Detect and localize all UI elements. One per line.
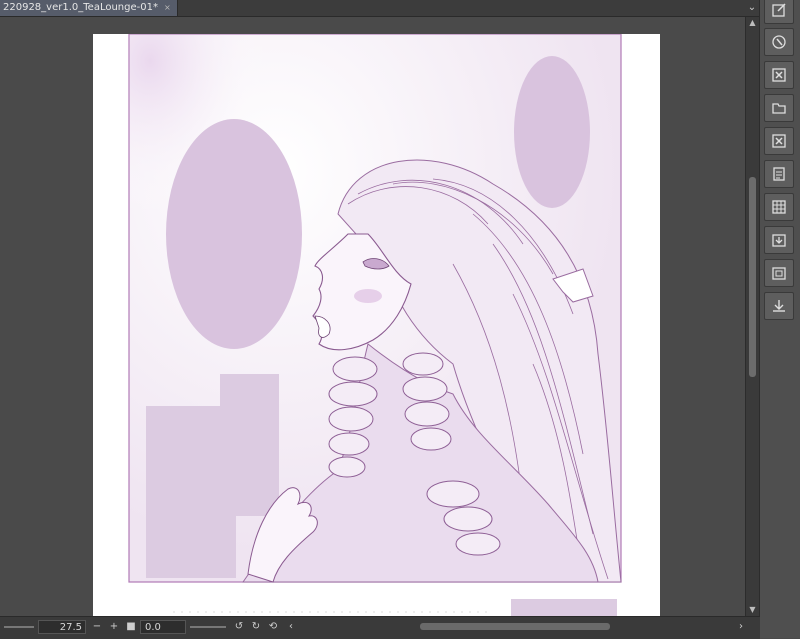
rotation-input[interactable]: 0.0 — [140, 620, 186, 634]
close-box-button-2[interactable] — [764, 127, 794, 155]
search-button[interactable] — [764, 28, 794, 56]
vertical-scrollbar[interactable]: ▲ ▼ — [745, 17, 759, 616]
vertical-scroll-thumb[interactable] — [749, 177, 756, 377]
edit-square-button[interactable] — [764, 0, 794, 24]
layer-window-icon — [772, 267, 786, 280]
grid-icon — [772, 200, 786, 214]
horizontal-scroll-thumb[interactable] — [420, 623, 610, 630]
reset-rotation-icon[interactable]: ⟲ — [266, 620, 280, 634]
status-bar: 27.5 − + ■ 0.0 ↺ ↻ ⟲ ‹ › — [0, 616, 760, 639]
scroll-left-icon[interactable]: ‹ — [284, 620, 298, 634]
download-icon — [773, 300, 785, 312]
search-circle-icon — [772, 35, 786, 49]
layer-window-button[interactable] — [764, 259, 794, 287]
scroll-down-icon[interactable]: ▼ — [746, 604, 759, 616]
document-list-button[interactable] — [764, 160, 794, 188]
import-image-button[interactable] — [764, 226, 794, 254]
zoom-input[interactable]: 27.5 — [38, 620, 86, 634]
scroll-right-icon[interactable]: › — [734, 620, 748, 634]
command-bar — [759, 0, 800, 638]
document-list-icon — [773, 167, 785, 181]
navigator-slider[interactable] — [4, 626, 34, 628]
rotate-right-icon[interactable]: ↻ — [249, 620, 263, 634]
zoom-out-button[interactable]: − — [90, 620, 104, 634]
rotate-left-icon[interactable]: ↺ — [232, 620, 246, 634]
document-tab-bar: 220928_ver1.0_TeaLounge-01* × ⌄ — [0, 0, 760, 17]
caption-box-bottom — [511, 599, 617, 616]
edit-square-icon — [772, 3, 786, 17]
blush — [354, 289, 382, 303]
document-tab[interactable]: 220928_ver1.0_TeaLounge-01* × — [0, 0, 178, 16]
canvas-viewport[interactable] — [0, 17, 745, 616]
folder-icon — [772, 103, 786, 114]
speech-balloon-left — [166, 119, 302, 349]
download-button[interactable] — [764, 292, 794, 320]
document-tab-title: 220928_ver1.0_TeaLounge-01* — [3, 2, 158, 13]
close-icon[interactable]: × — [164, 0, 171, 16]
close-box-icon — [772, 134, 786, 148]
canvas-paper[interactable] — [93, 34, 660, 616]
fit-button[interactable]: ■ — [124, 620, 138, 634]
rotation-slider[interactable] — [190, 626, 226, 628]
zoom-in-button[interactable]: + — [107, 620, 121, 634]
close-box-button[interactable] — [764, 61, 794, 89]
close-box-icon — [772, 68, 786, 82]
chevron-down-icon[interactable]: ⌄ — [744, 0, 760, 16]
grid-button[interactable] — [764, 193, 794, 221]
import-image-icon — [772, 234, 786, 247]
open-folder-button[interactable] — [764, 94, 794, 122]
scroll-up-icon[interactable]: ▲ — [746, 17, 759, 29]
speech-balloon-right — [514, 56, 590, 208]
illustration-canvas — [128, 34, 622, 616]
